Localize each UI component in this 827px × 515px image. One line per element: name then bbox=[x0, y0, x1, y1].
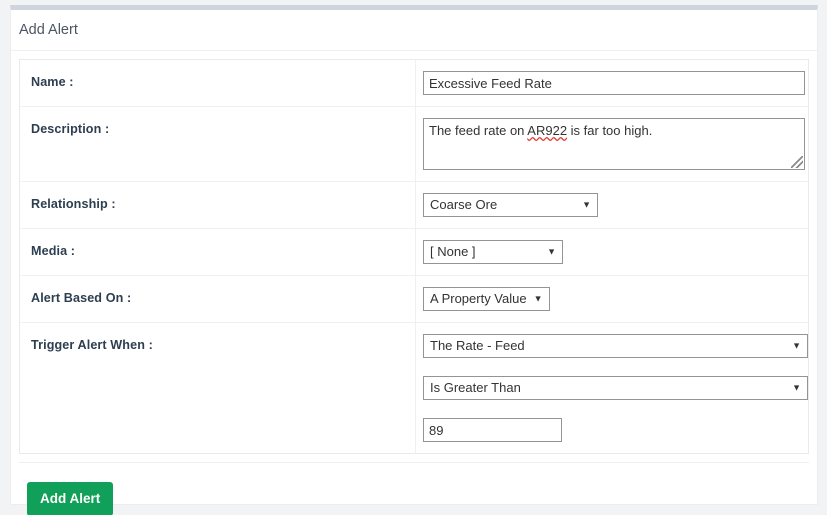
table-row-description: Description : The feed rate on AR922 is … bbox=[19, 106, 809, 182]
media-select-value: [ None ] bbox=[430, 244, 476, 259]
relationship-select[interactable]: Coarse Ore ▼ bbox=[423, 193, 598, 217]
label-cell-relationship: Relationship : bbox=[19, 181, 416, 229]
chevron-down-icon: ▼ bbox=[792, 340, 801, 351]
trigger-threshold-input[interactable] bbox=[423, 418, 562, 442]
label-cell-name: Name : bbox=[19, 59, 416, 107]
label-media: Media : bbox=[31, 244, 76, 258]
description-text-suffix: is far too high. bbox=[567, 123, 653, 138]
chevron-down-icon: ▼ bbox=[792, 382, 801, 393]
label-description: Description : bbox=[31, 122, 110, 136]
panel-header: Add Alert bbox=[11, 10, 817, 51]
add-alert-button[interactable]: Add Alert bbox=[27, 482, 114, 515]
label-relationship: Relationship : bbox=[31, 197, 116, 211]
label-cell-alert-based-on: Alert Based On : bbox=[19, 275, 416, 323]
description-textarea[interactable]: The feed rate on AR922 is far too high. bbox=[423, 118, 805, 170]
alert-based-on-select[interactable]: A Property Value ▼ bbox=[423, 287, 550, 311]
name-input[interactable] bbox=[423, 71, 805, 95]
field-cell-name bbox=[416, 60, 809, 107]
page-title: Add Alert bbox=[19, 22, 78, 38]
table-row-alert-based-on: Alert Based On : A Property Value ▼ bbox=[19, 275, 809, 323]
label-cell-description: Description : bbox=[19, 106, 416, 182]
relationship-select-value: Coarse Ore bbox=[430, 197, 498, 212]
label-alert-based-on: Alert Based On : bbox=[31, 291, 132, 305]
trigger-operator-select-value: Is Greater Than bbox=[430, 380, 521, 395]
label-cell-media: Media : bbox=[19, 228, 416, 276]
chevron-down-icon: ▼ bbox=[582, 199, 591, 210]
app-root: Add Alert Name : Excessive Feed Rate Des… bbox=[0, 0, 827, 515]
field-cell-description: The feed rate on AR922 is far too high. bbox=[416, 107, 809, 182]
chevron-down-icon: ▼ bbox=[533, 293, 543, 304]
table-row-trigger-alert-when: Trigger Alert When : The Rate - Feed ▼ I… bbox=[19, 322, 809, 454]
trigger-property-select[interactable]: The Rate - Feed ▼ bbox=[423, 334, 808, 358]
table-row-name: Name : bbox=[19, 59, 809, 107]
label-trigger-alert-when: Trigger Alert When : bbox=[31, 338, 153, 352]
trigger-operator-select[interactable]: Is Greater Than ▼ bbox=[423, 376, 808, 400]
description-text-prefix: The feed rate on bbox=[429, 123, 528, 138]
table-row-media: Media : [ None ] ▼ bbox=[19, 228, 809, 276]
label-name: Name : bbox=[31, 75, 74, 89]
table-row-relationship: Relationship : Coarse Ore ▼ bbox=[19, 181, 809, 229]
panel-body: Name : Description : The fee bbox=[11, 51, 817, 515]
form-footer: Add Alert bbox=[19, 462, 809, 515]
label-cell-trigger-alert-when: Trigger Alert When : bbox=[19, 322, 416, 454]
add-alert-panel: Add Alert Name : Excessive Feed Rate Des… bbox=[10, 5, 818, 515]
alert-based-on-select-value: A Property Value bbox=[430, 291, 527, 306]
media-select[interactable]: [ None ] ▼ bbox=[423, 240, 563, 264]
field-cell-alert-based-on: A Property Value ▼ bbox=[416, 276, 809, 323]
description-text-misspelled: AR922 bbox=[527, 123, 568, 138]
field-cell-relationship: Coarse Ore ▼ bbox=[416, 182, 809, 229]
resize-grip-icon[interactable] bbox=[791, 156, 803, 168]
trigger-property-select-value: The Rate - Feed bbox=[430, 338, 525, 353]
alert-form-table: Name : Description : The fee bbox=[19, 59, 809, 454]
field-cell-trigger-alert-when: The Rate - Feed ▼ Is Greater Than ▼ bbox=[416, 323, 809, 454]
field-cell-media: [ None ] ▼ bbox=[416, 229, 809, 276]
chevron-down-icon: ▼ bbox=[547, 246, 556, 257]
